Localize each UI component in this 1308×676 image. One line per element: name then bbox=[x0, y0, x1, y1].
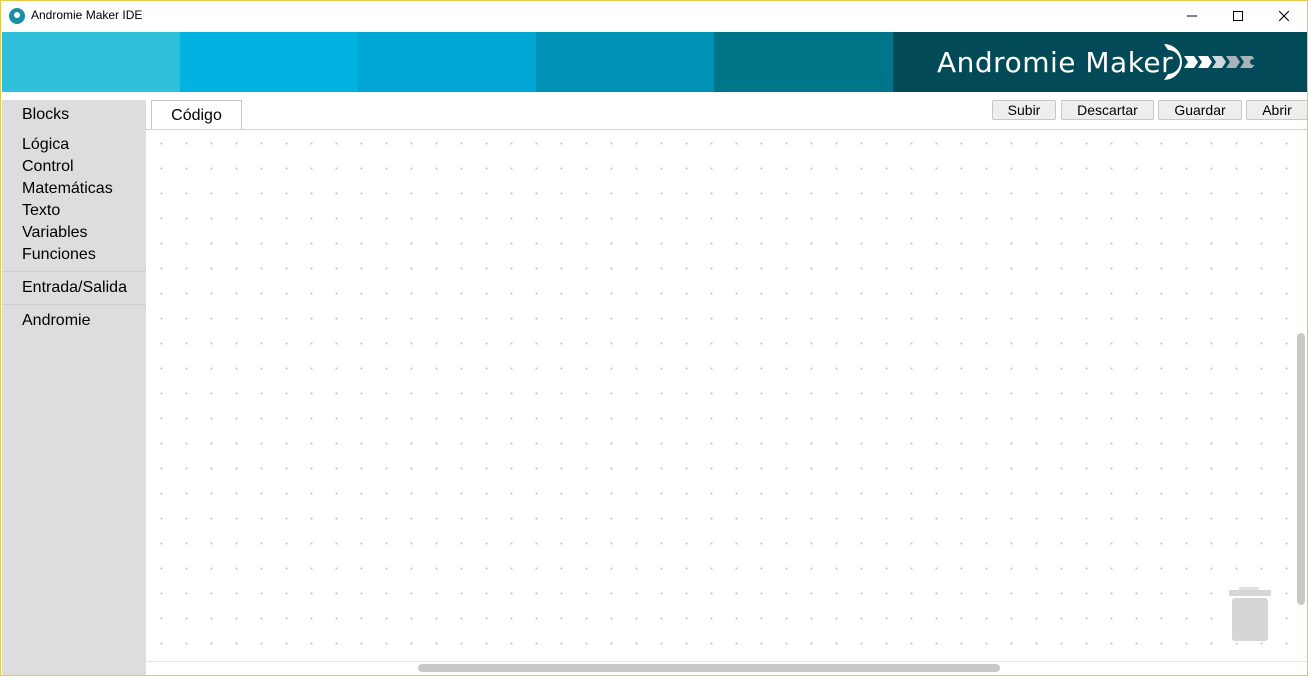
blocks-toolbox: Blocks Lógica Control Matemáticas Texto … bbox=[2, 100, 146, 675]
minimize-button[interactable] bbox=[1169, 1, 1215, 31]
toolbox-separator bbox=[2, 271, 146, 272]
close-icon bbox=[1279, 11, 1289, 21]
discard-button[interactable]: Descartar bbox=[1061, 100, 1154, 120]
category-matematicas[interactable]: Matemáticas bbox=[22, 180, 113, 198]
category-andromie[interactable]: Andromie bbox=[22, 312, 90, 330]
toolbox-header: Blocks bbox=[22, 106, 70, 123]
app-window: Andromie Maker IDE Andromie Maker Blocks… bbox=[0, 0, 1308, 676]
brand-name: Andromie Maker bbox=[937, 46, 1174, 79]
category-variables[interactable]: Variables bbox=[22, 224, 88, 242]
vertical-scrollbar[interactable] bbox=[1297, 333, 1305, 605]
andromie-logo-icon bbox=[1164, 44, 1256, 80]
banner-stripe bbox=[536, 32, 714, 92]
open-button[interactable]: Abrir bbox=[1246, 100, 1307, 120]
tab-codigo[interactable]: Código bbox=[151, 100, 242, 130]
banner-stripe bbox=[714, 32, 893, 92]
close-button[interactable] bbox=[1261, 1, 1307, 31]
save-button[interactable]: Guardar bbox=[1158, 100, 1242, 120]
category-texto[interactable]: Texto bbox=[22, 202, 60, 220]
banner-stripe bbox=[2, 32, 180, 92]
app-icon bbox=[9, 8, 25, 24]
category-entrada-salida[interactable]: Entrada/Salida bbox=[22, 279, 127, 297]
banner-stripe bbox=[358, 32, 536, 92]
horizontal-scrollbar[interactable] bbox=[418, 664, 1000, 672]
maximize-button[interactable] bbox=[1215, 1, 1261, 31]
brand-area: Andromie Maker bbox=[893, 32, 1307, 92]
upload-button[interactable]: Subir bbox=[992, 100, 1056, 120]
horizontal-scroll-track bbox=[146, 661, 1307, 662]
window-title: Andromie Maker IDE bbox=[31, 8, 143, 22]
title-bar[interactable]: Andromie Maker IDE bbox=[1, 1, 1307, 31]
trash-icon[interactable] bbox=[1227, 586, 1273, 644]
minimize-icon bbox=[1187, 15, 1197, 17]
category-logica[interactable]: Lógica bbox=[22, 136, 69, 154]
category-funciones[interactable]: Funciones bbox=[22, 246, 96, 264]
category-control[interactable]: Control bbox=[22, 158, 74, 176]
maximize-icon bbox=[1233, 11, 1243, 21]
banner-stripe bbox=[180, 32, 358, 92]
toolbox-separator bbox=[2, 304, 146, 305]
blocks-workspace[interactable] bbox=[146, 130, 1307, 662]
header-banner: Andromie Maker bbox=[2, 32, 1307, 92]
